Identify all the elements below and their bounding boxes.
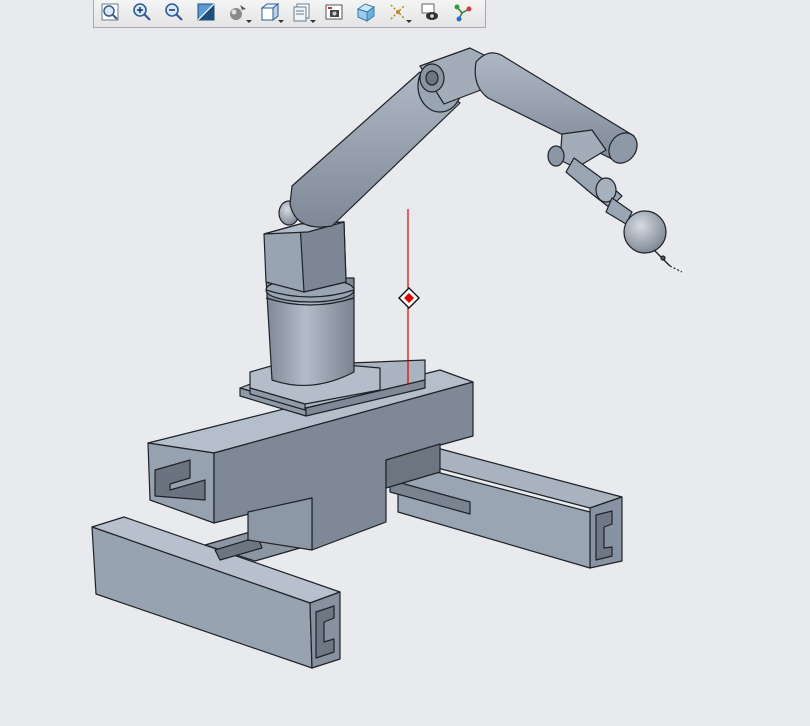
- zoom-refit-icon: [101, 3, 119, 20]
- robot-arm-assembly[interactable]: [91, 47, 683, 669]
- 3d-model-viewport[interactable]: [0, 0, 810, 726]
- saved-views-button[interactable]: [290, 0, 316, 24]
- repaint-icon: [197, 3, 215, 20]
- annotation-display-icon: [421, 3, 438, 20]
- repaint-button[interactable]: [194, 0, 218, 24]
- view-toolbar: [93, 0, 486, 28]
- perspective-button[interactable]: [354, 0, 378, 24]
- mechanism-connections-icon: [454, 4, 472, 21]
- datum-marker[interactable]: [398, 209, 420, 385]
- perspective-icon: [356, 2, 376, 22]
- reorient-button[interactable]: [226, 0, 252, 24]
- zoom-out-button[interactable]: [162, 0, 186, 24]
- zoom-out-icon: [165, 2, 183, 21]
- display-style-button[interactable]: [258, 0, 284, 24]
- zoom-in-button[interactable]: [130, 0, 154, 24]
- annotation-display-button[interactable]: [418, 0, 442, 24]
- robot-column[interactable]: [263, 221, 355, 387]
- zoom-in-icon: [133, 2, 151, 21]
- zoom-refit-button[interactable]: [98, 0, 122, 24]
- view-manager-icon: [325, 4, 343, 19]
- datum-display-button[interactable]: [386, 0, 412, 24]
- view-manager-button[interactable]: [322, 0, 346, 24]
- probe-head[interactable]: [605, 197, 683, 273]
- mechanism-connections-button[interactable]: [450, 0, 474, 24]
